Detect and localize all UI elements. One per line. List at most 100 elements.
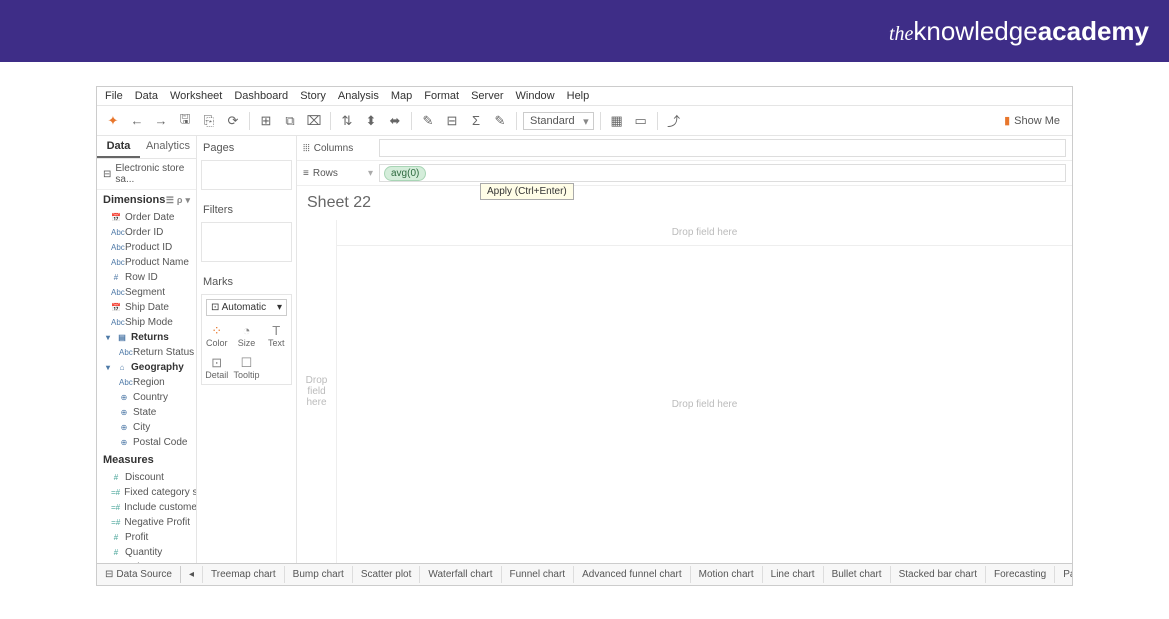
search-icon[interactable]: ρ: [177, 195, 183, 206]
tab-bump[interactable]: Bump chart: [285, 566, 353, 583]
totals-icon[interactable]: Σ: [466, 111, 486, 131]
separator: [516, 112, 517, 130]
tab-parameters[interactable]: Parameters: [1055, 566, 1072, 583]
menu-help[interactable]: Help: [567, 90, 590, 102]
group-returns[interactable]: ▾▤Returns: [97, 330, 196, 345]
tab-scatter[interactable]: Scatter plot: [353, 566, 421, 583]
marks-type-select[interactable]: ⊡ Automatic▾: [206, 299, 287, 316]
pages-shelf-label: Pages: [197, 136, 296, 160]
swap-icon[interactable]: ⇅: [337, 111, 357, 131]
menu-file[interactable]: File: [105, 90, 123, 102]
labels-icon[interactable]: ✎: [490, 111, 510, 131]
field-negative-profit[interactable]: =#Negative Profit: [97, 515, 196, 530]
show-me-button[interactable]: ▮ Show Me: [1004, 114, 1066, 127]
field-ship-mode[interactable]: AbcShip Mode: [97, 315, 196, 330]
field-region[interactable]: AbcRegion: [97, 375, 196, 390]
new-datasource-icon[interactable]: ⎘: [199, 111, 219, 131]
drop-rows-area[interactable]: Drop field here: [297, 220, 337, 563]
field-return-status[interactable]: AbcReturn Status: [97, 345, 196, 360]
menu-bar: File Data Worksheet Dashboard Story Anal…: [97, 87, 1072, 106]
field-product-name[interactable]: AbcProduct Name: [97, 255, 196, 270]
field-ship-date[interactable]: 📅Ship Date: [97, 300, 196, 315]
save-icon[interactable]: 🖫: [175, 111, 195, 131]
field-order-id[interactable]: AbcOrder ID: [97, 225, 196, 240]
highlight-icon[interactable]: ✎: [418, 111, 438, 131]
field-state[interactable]: ⊕State: [97, 405, 196, 420]
tab-data[interactable]: Data: [97, 136, 140, 158]
columns-shelf[interactable]: [379, 139, 1066, 157]
tab-bullet[interactable]: Bullet chart: [824, 566, 891, 583]
tab-forecasting[interactable]: Forecasting: [986, 566, 1055, 583]
rows-shelf[interactable]: avg(0) Apply (Ctrl+Enter): [379, 164, 1066, 182]
field-fixed-category[interactable]: =#Fixed category s...: [97, 485, 196, 500]
new-worksheet-icon[interactable]: ⊞: [256, 111, 276, 131]
menu-window[interactable]: Window: [516, 90, 555, 102]
forward-icon[interactable]: →: [151, 111, 171, 131]
chevron-down-icon: ▾: [277, 302, 282, 313]
field-discount[interactable]: #Discount: [97, 470, 196, 485]
showme-label: Show Me: [1014, 115, 1060, 127]
filters-shelf[interactable]: [201, 222, 292, 262]
field-sales[interactable]: #Sales: [97, 560, 196, 563]
menu-worksheet[interactable]: Worksheet: [170, 90, 222, 102]
tab-motion[interactable]: Motion chart: [691, 566, 763, 583]
menu-dashboard[interactable]: Dashboard: [234, 90, 288, 102]
share-icon[interactable]: ⤴: [664, 111, 684, 131]
field-product-id[interactable]: AbcProduct ID: [97, 240, 196, 255]
menu-format[interactable]: Format: [424, 90, 459, 102]
sheet-title[interactable]: Sheet 22: [297, 186, 1072, 220]
field-row-id[interactable]: #Row ID: [97, 270, 196, 285]
menu-data[interactable]: Data: [135, 90, 158, 102]
marks-detail[interactable]: ⊡Detail: [202, 352, 231, 384]
sort-asc-icon[interactable]: ⬍: [361, 111, 381, 131]
rows-label: ≡Rows▾: [303, 168, 373, 179]
back-icon[interactable]: ←: [127, 111, 147, 131]
chevron-down-icon[interactable]: ▾: [185, 195, 190, 206]
group-geography[interactable]: ▾⌂Geography: [97, 360, 196, 375]
chevron-down-icon[interactable]: ▾: [368, 168, 373, 179]
view-icon[interactable]: ☰: [166, 195, 174, 206]
datasource-row[interactable]: ⊟ Electronic store sa...: [97, 159, 196, 190]
group-icon[interactable]: ⊟: [442, 111, 462, 131]
field-include-customer[interactable]: =#Include customer...: [97, 500, 196, 515]
tab-nav-left[interactable]: ◂: [181, 566, 203, 583]
menu-server[interactable]: Server: [471, 90, 503, 102]
row-pill-avg[interactable]: avg(0): [384, 166, 426, 181]
marks-tooltip[interactable]: ☐Tooltip: [231, 352, 261, 384]
drop-columns-area[interactable]: Drop field here: [337, 220, 1072, 246]
duplicate-icon[interactable]: ⧉: [280, 111, 300, 131]
fit-select[interactable]: Standard: [523, 112, 594, 130]
menu-map[interactable]: Map: [391, 90, 412, 102]
field-postal-code[interactable]: ⊕Postal Code: [97, 435, 196, 450]
field-quantity[interactable]: #Quantity: [97, 545, 196, 560]
field-city[interactable]: ⊕City: [97, 420, 196, 435]
field-country[interactable]: ⊕Country: [97, 390, 196, 405]
tableau-icon[interactable]: ✦: [103, 111, 123, 131]
clear-icon[interactable]: ⌧: [304, 111, 324, 131]
tab-funnel[interactable]: Funnel chart: [502, 566, 575, 583]
cards-icon[interactable]: ▦: [607, 111, 627, 131]
tab-analytics[interactable]: Analytics: [140, 136, 196, 158]
field-segment[interactable]: AbcSegment: [97, 285, 196, 300]
tab-waterfall[interactable]: Waterfall chart: [420, 566, 501, 583]
pages-shelf[interactable]: [201, 160, 292, 190]
presentation-icon[interactable]: ▭: [631, 111, 651, 131]
field-order-date[interactable]: 📅Order Date: [97, 210, 196, 225]
tab-adv-funnel[interactable]: Advanced funnel chart: [574, 566, 691, 583]
tab-data-source[interactable]: ⊟Data Source: [97, 566, 181, 583]
refresh-icon[interactable]: ⟳: [223, 111, 243, 131]
marks-color[interactable]: ⁘Color: [202, 320, 231, 352]
tab-treemap[interactable]: Treemap chart: [203, 566, 285, 583]
separator: [411, 112, 412, 130]
canvas-area: ⦙⦙⦙Columns ≡Rows▾ avg(0) Apply (Ctrl+Ent…: [297, 136, 1072, 563]
database-icon: ⊟: [103, 169, 111, 180]
tab-line[interactable]: Line chart: [763, 566, 824, 583]
drop-center-area[interactable]: Drop field here: [337, 246, 1072, 563]
marks-text[interactable]: TText: [262, 320, 292, 352]
field-profit[interactable]: #Profit: [97, 530, 196, 545]
sort-desc-icon[interactable]: ⬌: [385, 111, 405, 131]
menu-analysis[interactable]: Analysis: [338, 90, 379, 102]
marks-size[interactable]: ◔Size: [231, 320, 261, 352]
tab-stacked-bar[interactable]: Stacked bar chart: [891, 566, 986, 583]
menu-story[interactable]: Story: [300, 90, 326, 102]
